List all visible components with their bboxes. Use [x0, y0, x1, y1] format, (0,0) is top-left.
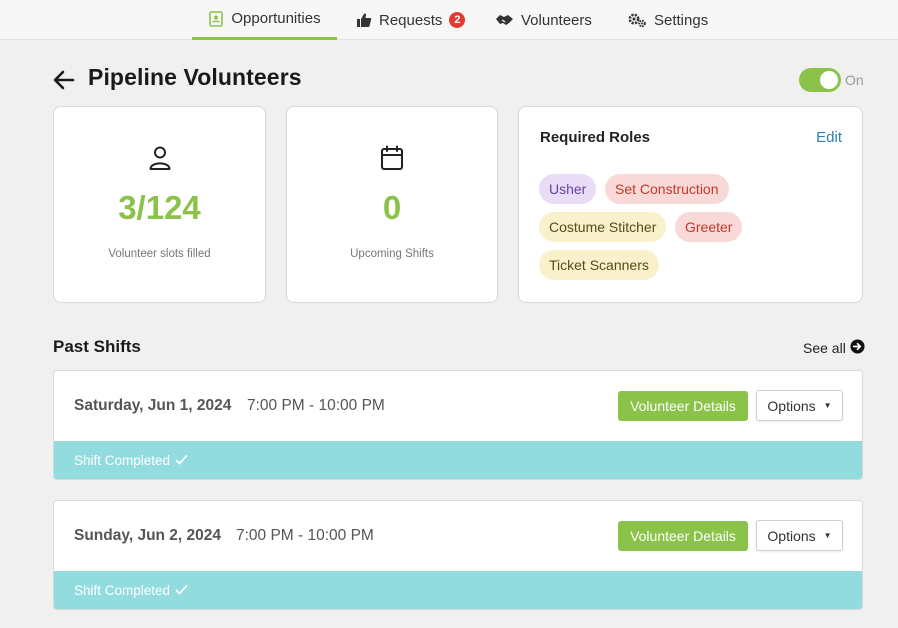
- requests-count-badge: 2: [449, 12, 466, 28]
- required-roles-card: Required Roles Edit Usher Set Constructi…: [518, 106, 863, 303]
- options-label: Options: [767, 397, 816, 414]
- checkmark-icon: [175, 583, 188, 598]
- toggle-knob: [820, 71, 838, 89]
- shift-card: Saturday, Jun 1, 2024 7:00 PM - 10:00 PM…: [53, 370, 863, 480]
- top-nav: Opportunities Requests 2 Volunteers Sett…: [0, 0, 898, 40]
- toggle-label: On: [845, 72, 864, 88]
- shift-time: 7:00 PM - 10:00 PM: [247, 397, 385, 414]
- options-dropdown-button[interactable]: Options ▼: [756, 520, 843, 551]
- see-all-link[interactable]: See all: [803, 339, 865, 357]
- caret-down-icon: ▼: [823, 401, 832, 410]
- edit-roles-link[interactable]: Edit: [816, 129, 842, 146]
- options-label: Options: [767, 527, 816, 544]
- tab-requests[interactable]: Requests 2: [356, 0, 466, 40]
- tab-label: Volunteers: [521, 11, 592, 29]
- tab-opportunities[interactable]: Opportunities: [192, 0, 337, 40]
- page-title: Pipeline Volunteers: [88, 64, 302, 90]
- role-chip: Usher: [539, 174, 597, 204]
- shift-date: Sunday, Jun 2, 2024: [74, 527, 222, 544]
- tab-label: Requests: [379, 11, 443, 29]
- checkmark-icon: [175, 453, 188, 468]
- thumbs-up-icon: [356, 12, 372, 28]
- gears-icon: [627, 12, 647, 28]
- user-icon: [148, 145, 172, 176]
- role-chip: Set Construction: [605, 174, 729, 204]
- volunteer-details-button[interactable]: Volunteer Details: [618, 391, 748, 421]
- options-dropdown-button[interactable]: Options ▼: [756, 390, 843, 421]
- shift-time: 7:00 PM - 10:00 PM: [236, 527, 374, 544]
- handshake-icon: [495, 12, 514, 28]
- volunteer-slots-card: 3/124 Volunteer slots filled: [53, 106, 266, 303]
- role-chip: Costume Stitcher: [539, 212, 667, 242]
- arrow-circle-right-icon: [850, 339, 865, 357]
- required-roles-title: Required Roles: [540, 129, 651, 146]
- shift-status-label: Shift Completed: [74, 452, 171, 468]
- upcoming-shifts-value: 0: [382, 189, 402, 226]
- shift-card: Sunday, Jun 2, 2024 7:00 PM - 10:00 PM V…: [53, 500, 863, 610]
- upcoming-shifts-card: 0 Upcoming Shifts: [286, 106, 498, 303]
- calendar-icon: [380, 145, 404, 176]
- tab-settings[interactable]: Settings: [627, 0, 708, 40]
- see-all-label: See all: [803, 340, 846, 356]
- past-shifts-title: Past Shifts: [53, 337, 141, 356]
- tab-volunteers[interactable]: Volunteers: [495, 0, 592, 40]
- caret-down-icon: ▼: [823, 531, 832, 540]
- contact-book-icon: [208, 10, 224, 27]
- shift-status-bar: Shift Completed: [54, 441, 862, 479]
- tab-label: Settings: [654, 11, 709, 29]
- tab-label: Opportunities: [231, 10, 321, 27]
- slots-filled-label: Volunteer slots filled: [108, 248, 211, 260]
- back-arrow-icon[interactable]: [52, 68, 76, 92]
- active-toggle[interactable]: [799, 68, 841, 92]
- role-chip: Ticket Scanners: [539, 250, 659, 280]
- shift-status-bar: Shift Completed: [54, 571, 862, 609]
- volunteer-details-button[interactable]: Volunteer Details: [618, 521, 748, 551]
- shift-date: Saturday, Jun 1, 2024: [74, 397, 232, 414]
- slots-filled-value: 3/124: [118, 189, 201, 226]
- shift-status-label: Shift Completed: [74, 582, 171, 598]
- role-chip: Greeter: [675, 212, 743, 242]
- upcoming-shifts-label: Upcoming Shifts: [350, 248, 434, 260]
